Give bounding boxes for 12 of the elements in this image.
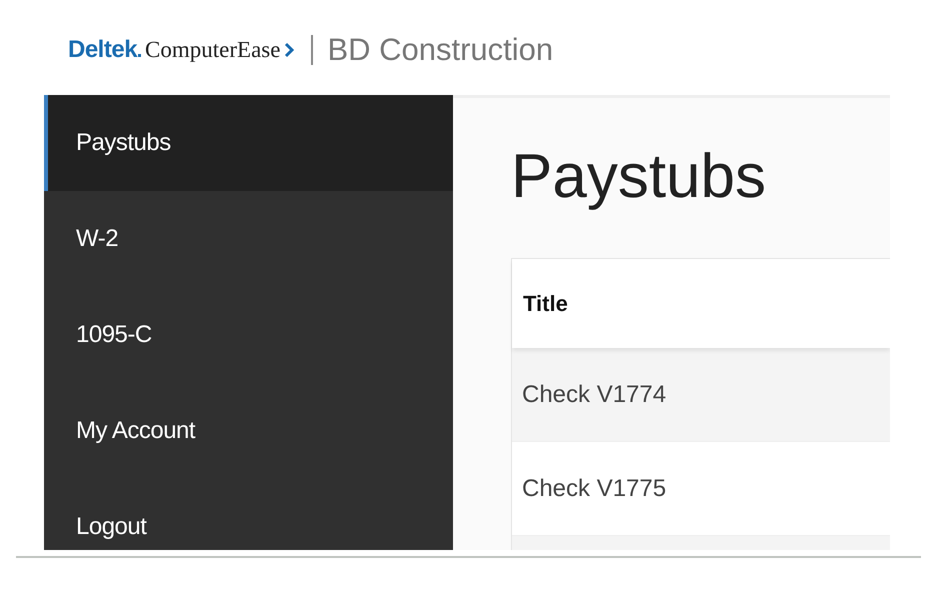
sidebar-item[interactable]: 1095-C — [44, 287, 453, 383]
brand-logo: Deltek — [68, 36, 138, 64]
company-name: BD Construction — [327, 32, 554, 68]
table-cell[interactable]: Check V1774 — [512, 380, 666, 408]
sidebar-item[interactable]: Logout — [44, 479, 453, 550]
sidebar-item[interactable]: My Account — [44, 383, 453, 479]
table-cell[interactable]: Check V1775 — [512, 474, 666, 502]
product-name: ComputerEase — [145, 36, 280, 62]
sidebar-item[interactable]: Paystubs — [44, 95, 453, 191]
column-header: Title — [522, 290, 568, 316]
page-title: Paystubs — [511, 142, 768, 212]
sidebar-item[interactable]: W-2 — [44, 191, 453, 287]
